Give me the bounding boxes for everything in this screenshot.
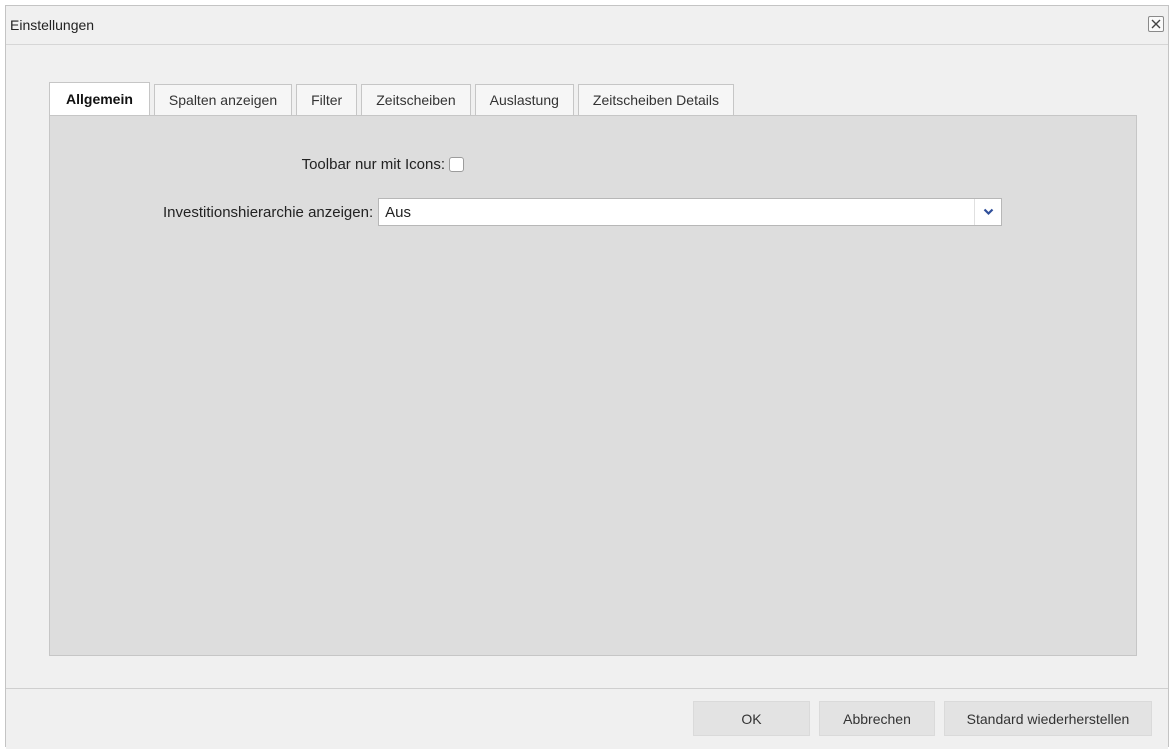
tab-strip: Allgemein Spalten anzeigen Filter Zeitsc… [49,81,738,115]
toolbar-icons-label: Toolbar nur mit Icons: [301,156,445,173]
investment-hierarchy-select[interactable]: Aus [378,198,1003,226]
toolbar-icons-row: Toolbar nur mit Icons: [302,156,464,173]
investment-hierarchy-value: Aus [385,204,411,221]
dialog-titlebar: Einstellungen [6,6,1168,45]
close-button[interactable] [1148,16,1164,32]
dialog-title: Einstellungen [10,17,95,33]
tab-label: Spalten anzeigen [168,92,278,108]
ok-button[interactable]: OK [693,701,810,736]
tab-spalten-anzeigen[interactable]: Spalten anzeigen [153,84,293,115]
chevron-down-icon [983,208,993,216]
investment-hierarchy-row: Investitionshierarchie anzeigen: Aus [163,198,1003,226]
cancel-button[interactable]: Abbrechen [819,701,935,736]
tab-label: Zeitscheiben [376,92,456,108]
tab-label: Auslastung [489,92,559,108]
dialog-footer: OK Abbrechen Standard wiederherstellen [6,689,1168,749]
close-icon [1151,19,1161,29]
tab-panel-allgemein: Toolbar nur mit Icons: Investitionshiera… [49,115,1137,656]
dialog-content: Allgemein Spalten anzeigen Filter Zeitsc… [6,45,1168,689]
tab-filter[interactable]: Filter [296,84,358,115]
dropdown-trigger[interactable] [974,199,1001,225]
footer-buttons: OK Abbrechen Standard wiederherstellen [684,701,1152,736]
tab-allgemein[interactable]: Allgemein [49,82,150,115]
tab-label: Allgemein [66,91,133,107]
tab-zeitscheiben[interactable]: Zeitscheiben [361,84,471,115]
tab-label: Zeitscheiben Details [592,92,719,108]
tab-label: Filter [311,92,343,108]
settings-dialog: Einstellungen Allgemein Spalten anzeigen… [5,5,1169,749]
tab-zeitscheiben-details[interactable]: Zeitscheiben Details [577,84,734,115]
reset-defaults-button[interactable]: Standard wiederherstellen [944,701,1152,736]
toolbar-icons-checkbox[interactable] [449,157,464,172]
investment-hierarchy-label: Investitionshierarchie anzeigen: [163,203,374,221]
tab-auslastung[interactable]: Auslastung [474,84,574,115]
